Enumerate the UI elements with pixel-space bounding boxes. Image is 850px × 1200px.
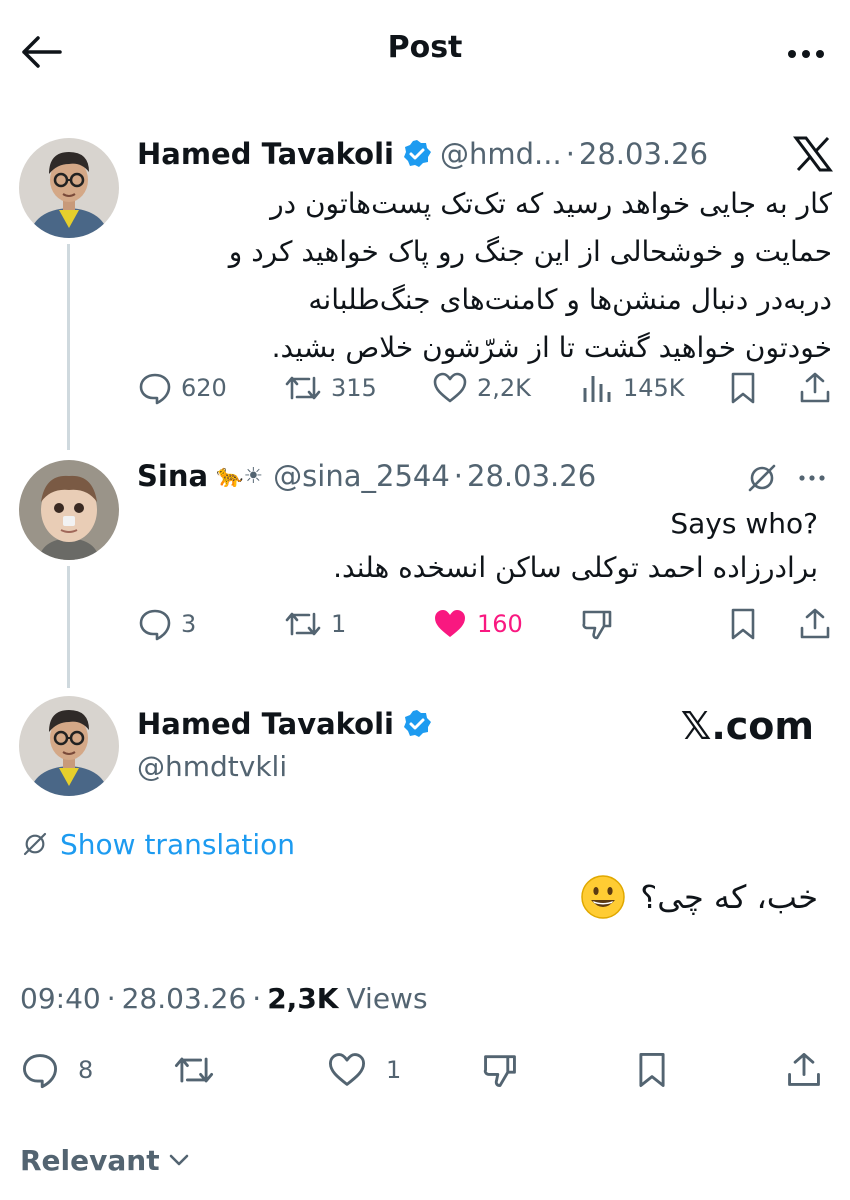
reply-icon [139,609,171,641]
share-button[interactable] [797,366,833,410]
translate-icon [23,832,47,856]
views-label: Views [346,981,428,1015]
tweet-text: کار به جایی خواهد رسید که تک‌تک پست‌هاتو… [132,180,832,372]
repost-button[interactable]: 1 [283,602,346,646]
dislike-button[interactable] [579,602,615,646]
tweet-date[interactable]: 28.03.26 [467,459,596,493]
reply-icon [23,1054,57,1089]
thumbs-down-icon [483,1055,516,1087]
heart-icon [328,1053,366,1086]
tweet-text-line: دربه‌در دنبال منشن‌ها و کامنت‌های جنگ‌طل… [308,283,832,316]
tweet-text-en: Says who? [670,507,818,540]
tweet-actions: 620 315 2,2K 145K [137,366,833,410]
chevron-down-icon [169,1154,188,1166]
views-button[interactable]: 145K [579,366,685,410]
avatar[interactable] [19,696,119,796]
repost-button[interactable] [172,1048,216,1092]
reply-count: 620 [181,374,227,402]
bookmark-button[interactable] [727,602,759,646]
heart-icon [433,372,467,403]
tweet-text-line: حمایت و خوشحالی از این جنگ رو پاک خواهید… [228,235,832,268]
author-handle[interactable]: @sina_2544 [273,459,450,493]
top-bar: Post [0,0,850,100]
reply-count: 8 [78,1056,94,1084]
show-translation-label: Show translation [60,827,296,861]
like-count: 2,2K [477,374,531,402]
repost-icon [174,1057,214,1083]
bookmark-button[interactable] [634,1048,670,1092]
share-icon [800,372,830,403]
thread-line [67,566,70,688]
reply-button[interactable]: 3 [137,602,196,646]
separator-dot: · [453,459,464,493]
author-name[interactable]: Sina [137,459,208,493]
views-count: 145K [623,374,685,402]
bookmark-icon [731,608,755,640]
sort-label: Relevant [20,1143,160,1177]
tweet-header: Hamed Tavakoli @hmd... · 28.03.26 [137,134,708,174]
analytics-icon [583,376,611,402]
sort-replies-dropdown[interactable]: Relevant [20,1140,192,1180]
repost-icon [285,612,321,636]
share-icon [788,1053,820,1086]
share-button[interactable] [797,602,833,646]
tweet-actions: 3 1 160 [137,602,833,646]
repost-icon [285,376,321,400]
bookmark-icon [639,1053,665,1087]
thumbs-down-icon [582,610,612,640]
bookmark-icon [731,372,755,404]
name-emoji: 🐆☀ [216,463,264,489]
views-count[interactable]: 2,3K [267,982,338,1015]
tweet-time[interactable]: 09:40 [20,982,101,1015]
x-com-watermark: 𝕏.com [680,704,814,748]
show-translation-link[interactable]: Show translation [20,826,295,862]
reply-count: 3 [181,610,197,638]
share-icon [800,608,830,639]
tweet-header: Sina 🐆☀ @sina_2544 · 28.03.26 [137,456,596,496]
more-options-icon[interactable] [782,32,830,72]
avatar[interactable] [19,460,119,560]
like-button[interactable]: 160 [431,602,523,646]
dislike-button[interactable] [480,1048,520,1092]
like-button[interactable]: 2,2K [431,366,531,410]
tweet-meta: 09:40 · 28.03.26 · 2,3K Views [20,978,428,1018]
tweet-text-line: خودتون خواهید گشت تا از شرّشون خلاص بشید… [271,331,832,364]
like-count: 1 [386,1056,402,1084]
like-count: 160 [477,610,523,638]
bookmark-button[interactable] [727,366,759,410]
avatar[interactable] [19,138,119,238]
author-name[interactable]: Hamed Tavakoli [137,707,394,741]
tweet-text-line: کار به جایی خواهد رسید که تک‌تک پست‌هاتو… [270,187,832,220]
separator-dot: · [252,981,262,1015]
author-handle[interactable]: @hmd... [440,137,562,171]
tweet-header: Hamed Tavakoli [137,704,440,744]
x-logo-icon[interactable] [793,136,833,172]
verified-badge-icon [402,709,432,739]
author-name[interactable]: Hamed Tavakoli [137,137,394,171]
thread-line [67,244,70,450]
repost-count: 315 [331,374,377,402]
tweet-text-fa: برادرزاده احمد توکلی ساکن انسخده هلند. [333,551,818,584]
more-options-icon[interactable] [794,466,830,490]
tweet-body: خب، که چی؟ [580,872,818,922]
repost-button[interactable]: 315 [283,366,377,410]
tweet-actions: 8 1 [20,1048,830,1092]
separator-dot: · [565,137,575,171]
share-button[interactable] [784,1048,824,1092]
tweet-text: خب، که چی؟ [640,878,818,916]
translate-icon[interactable] [744,460,780,496]
reply-button[interactable]: 8 [20,1048,93,1092]
repost-count: 1 [331,610,347,638]
like-button[interactable]: 1 [326,1048,401,1092]
grinning-emoji-icon [580,874,626,920]
reply-button[interactable]: 620 [137,366,227,410]
tweet-date[interactable]: 28.03.26 [579,137,708,171]
author-handle[interactable]: @hmdtvkli [137,750,287,783]
page-title: Post [387,30,463,65]
verified-badge-icon [402,139,432,169]
reply-icon [139,373,171,405]
heart-filled-icon [435,610,465,637]
separator-dot: · [106,981,116,1015]
tweet-date[interactable]: 28.03.26 [122,982,247,1015]
